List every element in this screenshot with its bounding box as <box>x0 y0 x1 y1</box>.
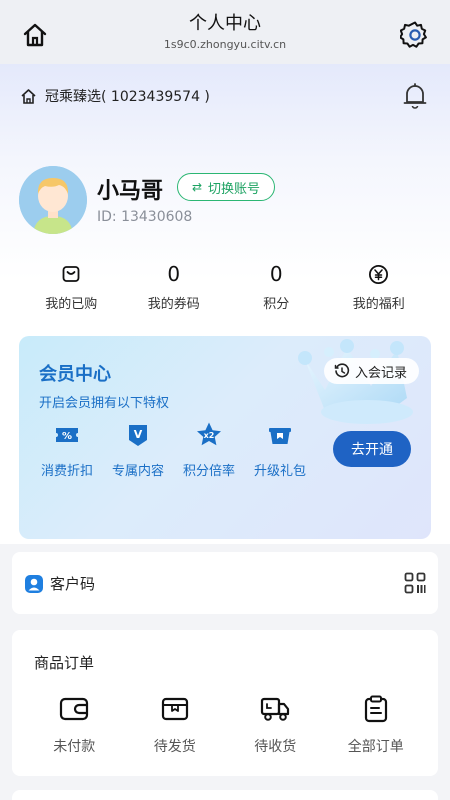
perk-exclusive-label: 专属内容 <box>111 464 164 479</box>
person-badge-icon <box>25 574 43 593</box>
order-to-ship[interactable]: 待发货 <box>125 694 226 756</box>
customer-code-label: 客户码 <box>50 575 96 593</box>
wallet-icon <box>60 697 89 721</box>
top-bar: 个人中心 1s9c0.zhongyu.citv.cn <box>0 0 450 64</box>
vip-perks: % 消费折扣 V 专属内容 x2 积分倍率 升级礼包 <box>31 420 315 479</box>
page-title: 个人中心 <box>189 12 261 34</box>
stat-coupons-label: 我的券码 <box>147 297 200 312</box>
order-all-label: 全部订单 <box>347 739 404 755</box>
stat-points-label: 积分 <box>263 297 290 312</box>
user-id: ID: 13430608 <box>97 209 193 225</box>
store-row[interactable]: 冠乘臻选( 1023439574 ) <box>20 86 210 106</box>
perk-points-rate-label: 积分倍率 <box>182 464 235 479</box>
notification-button[interactable] <box>402 82 428 110</box>
vip-badge-icon: V <box>129 425 147 446</box>
stat-welfare-value <box>368 262 389 286</box>
stat-welfare-label: 我的福利 <box>352 297 405 312</box>
stat-purchased-value <box>61 262 81 286</box>
clipboard-icon <box>364 695 387 723</box>
membership-record-button[interactable]: 入会记录 <box>323 358 419 384</box>
discount-ticket-icon: % <box>56 428 78 442</box>
customer-code-card[interactable]: 客户码 <box>12 552 438 614</box>
order-unpaid-label: 未付款 <box>53 739 96 755</box>
stat-welfare[interactable]: 我的福利 <box>328 262 431 318</box>
star-multiplier-icon: x2 <box>197 422 221 446</box>
package-box-icon <box>161 697 188 721</box>
svg-text:%: % <box>62 431 72 442</box>
perk-upgrade-gift-label: 升级礼包 <box>253 464 306 479</box>
open-membership-button[interactable]: 去开通 <box>333 431 411 467</box>
stat-purchased-label: 我的已购 <box>45 297 98 312</box>
avatar-illustration-icon <box>19 166 87 234</box>
wallet-bag-icon <box>62 266 80 282</box>
order-to-receive[interactable]: 待收货 <box>225 694 326 756</box>
order-to-ship-label: 待发货 <box>153 739 196 755</box>
customer-code-row: 客户码 <box>24 573 95 594</box>
order-all[interactable]: 全部订单 <box>326 694 427 756</box>
stat-purchased[interactable]: 我的已购 <box>20 262 123 318</box>
yen-coin-icon <box>369 264 389 284</box>
vip-title: 会员中心 <box>39 364 111 385</box>
perk-points-rate[interactable]: x2 积分倍率 <box>173 420 245 479</box>
gear-icon <box>400 21 427 48</box>
stats-row: 我的已购 0 我的券码 0 积分 我的福利 <box>20 262 430 318</box>
stat-points-value: 0 <box>269 262 283 286</box>
order-to-receive-label: 待收货 <box>254 739 297 755</box>
history-clock-icon <box>334 363 350 379</box>
home-icon <box>23 23 47 47</box>
qr-code-icon[interactable] <box>404 572 426 594</box>
stat-coupons-value: 0 <box>167 262 181 286</box>
truck-icon <box>261 697 290 721</box>
page-url: 1s9c0.zhongyu.citv.cn <box>163 37 287 51</box>
perk-discount[interactable]: % 消费折扣 <box>31 420 103 479</box>
orders-title: 商品订单 <box>34 654 95 672</box>
settings-button[interactable] <box>398 18 432 52</box>
home-button[interactable] <box>18 18 52 52</box>
switch-account-button[interactable]: ⇄ 切换账号 <box>177 173 275 201</box>
switch-account-label: 切换账号 <box>208 181 261 197</box>
stat-coupons[interactable]: 0 我的券码 <box>123 262 226 318</box>
bell-icon <box>403 83 427 109</box>
stat-points[interactable]: 0 积分 <box>225 262 328 318</box>
perk-upgrade-gift[interactable]: 升级礼包 <box>244 420 316 479</box>
svg-text:V: V <box>134 428 143 441</box>
perk-exclusive[interactable]: V 专属内容 <box>102 420 174 479</box>
next-card-peek <box>12 790 438 800</box>
vip-subtitle: 开启会员拥有以下特权 <box>39 396 170 411</box>
orders-card: 商品订单 未付款 待发货 待收货 全部订单 <box>12 630 438 776</box>
swap-arrows-icon: ⇄ <box>191 180 203 194</box>
vip-card: 会员中心 开启会员拥有以下特权 % 消费折扣 V 专属内容 x2 积分倍率 升级… <box>19 336 431 539</box>
membership-record-label: 入会记录 <box>354 365 407 381</box>
home-outline-icon <box>21 88 36 104</box>
orders-row: 未付款 待发货 待收货 全部订单 <box>24 694 426 756</box>
avatar[interactable] <box>19 166 87 234</box>
svg-text:x2: x2 <box>204 431 215 440</box>
order-unpaid[interactable]: 未付款 <box>24 694 125 756</box>
store-name: 冠乘臻选( 1023439574 ) <box>45 89 210 105</box>
title-block: 个人中心 1s9c0.zhongyu.citv.cn <box>164 13 286 52</box>
username: 小马哥 <box>97 179 164 204</box>
perk-discount-label: 消费折扣 <box>40 464 93 479</box>
gift-basket-icon <box>269 428 291 444</box>
